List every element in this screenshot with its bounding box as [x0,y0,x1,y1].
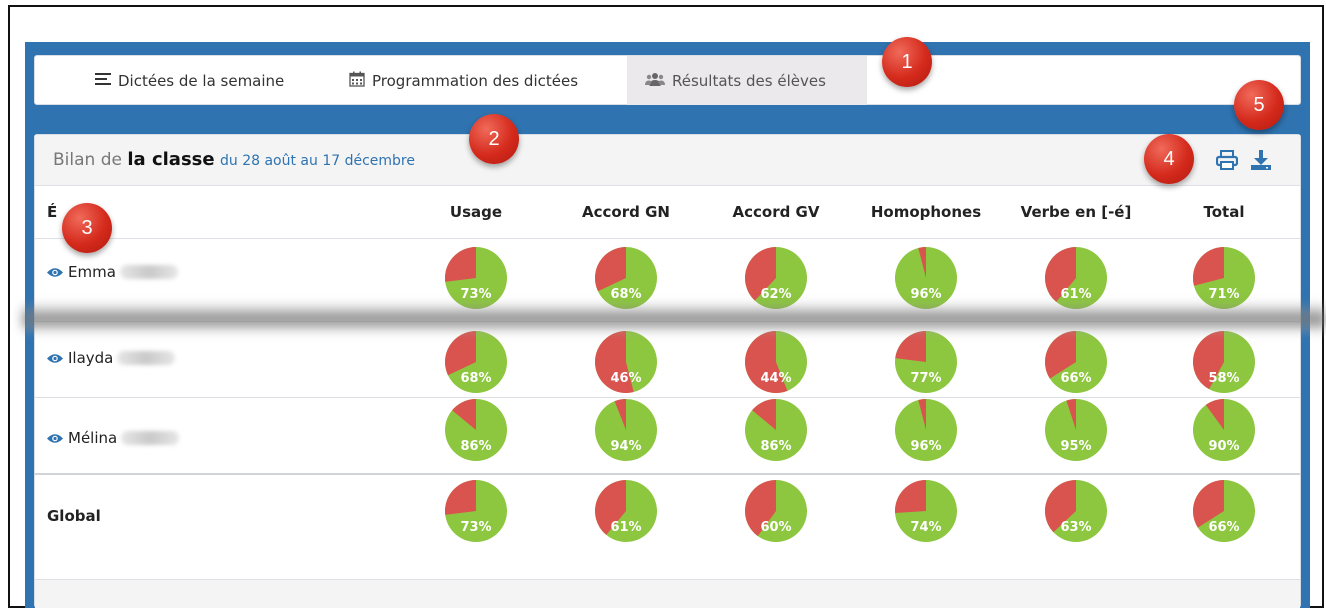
score-label: 71% [1208,287,1240,302]
score-label: 96% [910,287,942,302]
score-label: 44% [760,371,792,386]
score-pie: 73% [444,479,508,543]
annotation-marker-5: 5 [1234,80,1284,130]
col-header: Homophones [870,203,982,221]
student-row-emma[interactable]: Emma [47,263,178,281]
score-label: 90% [1208,439,1240,454]
score-label: 73% [460,287,492,302]
score-label: 61% [1060,287,1092,302]
score-pie: 90% [1192,398,1256,462]
score-pie: 71% [1192,246,1256,310]
eye-icon[interactable] [47,433,63,444]
annotation-marker-4: 4 [1144,134,1194,184]
student-name: Ilayda [68,349,114,367]
title-prefix: Bilan de [53,150,122,170]
download-icon[interactable] [1249,148,1273,172]
score-pie: 94% [594,398,658,462]
score-pie: 95% [1044,398,1108,462]
tab-programmation[interactable]: Programmation des dictées [331,56,611,105]
score-pie: 61% [1044,246,1108,310]
score-pie: 61% [594,479,658,543]
annotation-marker-2: 2 [469,114,519,164]
score-label: 94% [610,439,642,454]
col-header: Verbe en [-é] [1020,203,1132,221]
score-pie: 86% [744,398,808,462]
score-label: 77% [910,371,942,386]
score-pie: 96% [894,246,958,310]
tab-label: Résultats des élèves [672,71,826,90]
list-icon [95,72,111,90]
score-label: 46% [610,371,642,386]
score-pie: 46% [594,330,658,394]
col-header: Total [1203,203,1245,221]
card-header: Bilan de la classe du 28 août au 17 déce… [35,135,1300,186]
score-label: 66% [1208,520,1240,535]
score-pie: 73% [444,246,508,310]
score-label: 60% [760,520,792,535]
blurred-surname [121,431,180,445]
score-pie: 77% [894,330,958,394]
score-label: 66% [1060,371,1092,386]
score-pie: 62% [744,246,808,310]
card-footer [35,579,1300,608]
score-pie: 63% [1044,479,1108,543]
score-pie: 86% [444,398,508,462]
score-pie: 60% [744,479,808,543]
title-bold: la classe [127,149,215,170]
score-pie: 68% [444,330,508,394]
score-label: 86% [760,439,792,454]
annotation-marker-1: 1 [882,37,932,87]
tab-resultats-eleves[interactable]: Résultats des élèves [627,56,867,105]
score-label: 62% [760,287,792,302]
score-pie: 58% [1192,330,1256,394]
tab-dictees-semaine[interactable]: Dictées de la semaine [77,56,313,105]
student-name: Emma [68,263,116,281]
score-pie: 66% [1044,330,1108,394]
score-label: 68% [610,287,642,302]
score-pie: 68% [594,246,658,310]
blurred-row-band [22,302,1326,332]
annotation-marker-3: 3 [62,203,112,253]
row-divider [35,473,1300,475]
score-pie: 66% [1192,479,1256,543]
student-row-melina[interactable]: Mélina [47,429,180,447]
score-label: 73% [460,520,492,535]
score-label: 63% [1060,520,1092,535]
row-divider [35,238,1300,239]
results-card: Bilan de la classe du 28 août au 17 déce… [34,134,1301,608]
score-label: 58% [1208,371,1240,386]
col-header-eleve: É [47,203,58,221]
col-header: Accord GN [582,203,670,221]
print-icon[interactable] [1215,148,1239,172]
score-label: 96% [910,439,942,454]
score-label: 95% [1060,439,1092,454]
row-divider [35,397,1300,398]
student-row-ilayda[interactable]: Ilayda [47,349,176,367]
tab-label: Programmation des dictées [372,71,579,90]
score-label: 86% [460,439,492,454]
col-header: Accord GV [732,203,820,221]
blurred-surname [119,265,178,279]
col-header: Usage [449,203,503,221]
tab-label: Dictées de la semaine [118,71,285,90]
blurred-surname [117,351,176,365]
card-title: Bilan de la classe du 28 août au 17 déce… [53,149,415,170]
calendar-icon [349,71,365,91]
users-icon [645,72,665,90]
score-pie: 44% [744,330,808,394]
score-label: 74% [910,520,942,535]
title-dates: du 28 août au 17 décembre [220,153,415,169]
score-pie: 74% [894,479,958,543]
score-label: 61% [610,520,642,535]
student-name: Mélina [68,429,118,447]
eye-icon[interactable] [47,353,63,364]
global-row-label: Global [47,507,101,525]
nav-bar: Dictées de la semaine Programmation des … [34,55,1301,105]
eye-icon[interactable] [47,267,63,278]
score-pie: 96% [894,398,958,462]
score-label: 68% [460,371,492,386]
